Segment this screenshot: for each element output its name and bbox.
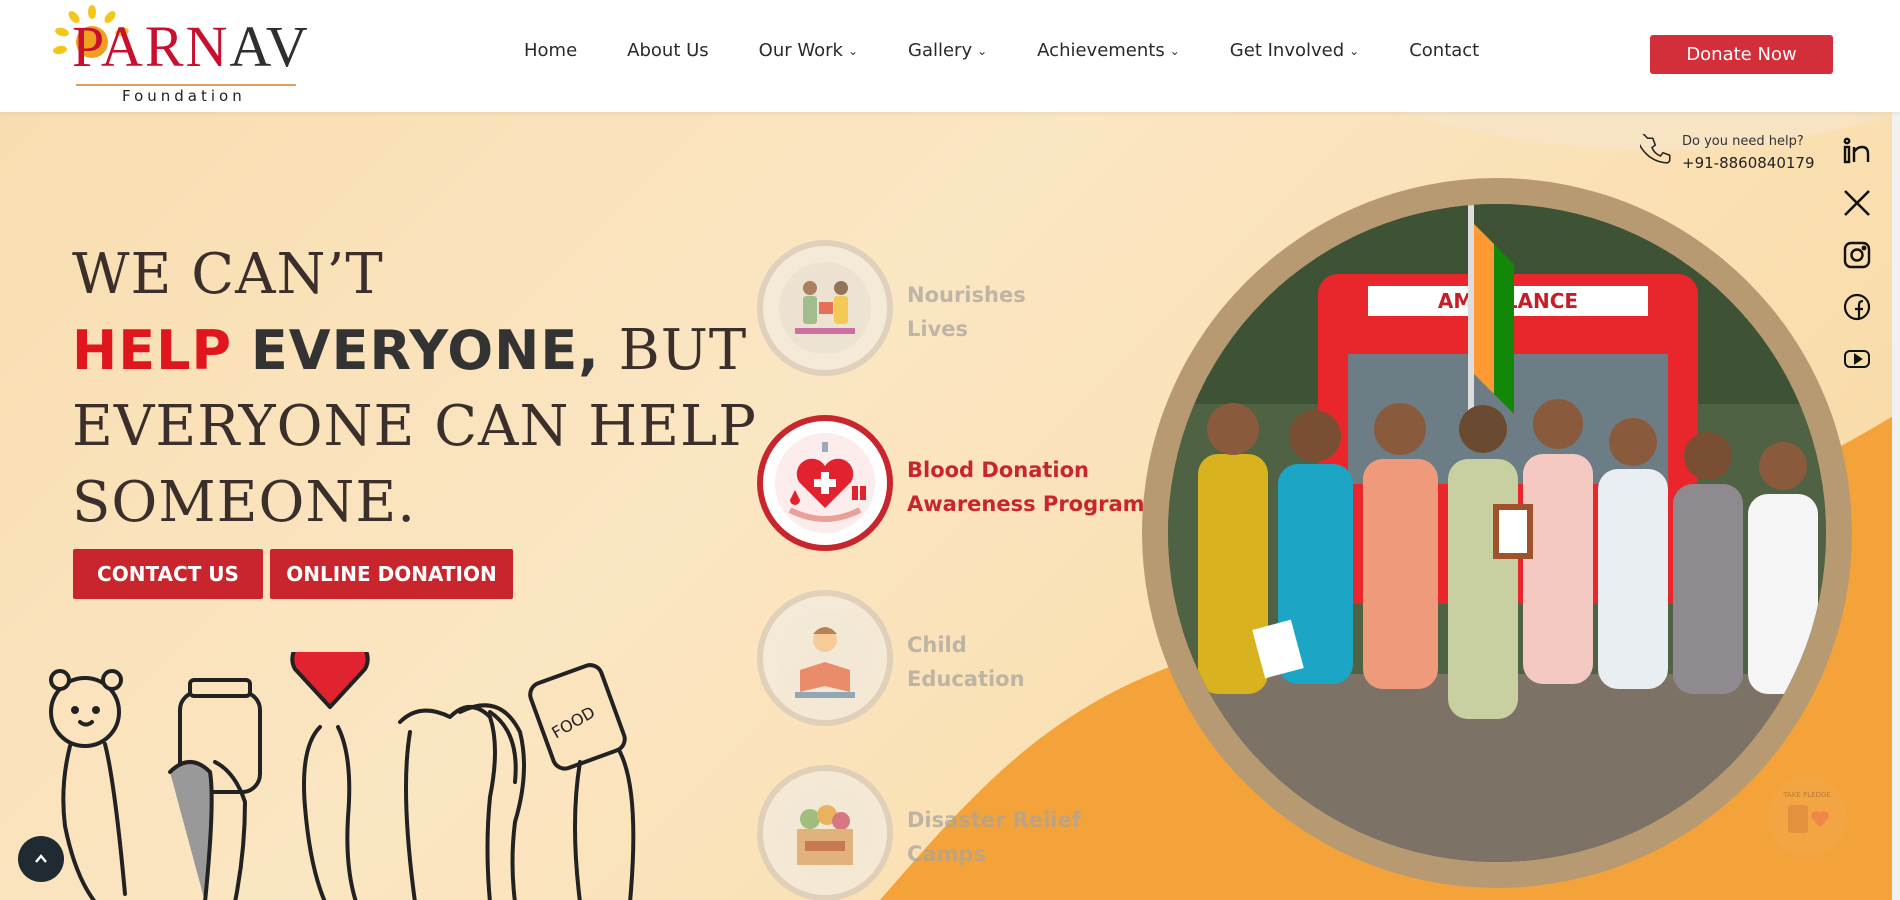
chevron-down-icon: ⌄	[1169, 43, 1180, 58]
program-label: Blood Donation Awareness Program	[907, 453, 1167, 521]
brand-wordmark: PARNAV	[72, 18, 310, 76]
brand-subtitle: Foundation	[122, 87, 246, 105]
program-title-line-1: Blood Donation	[907, 458, 1089, 482]
headline-line-2: HELP EVERYONE, BUT	[72, 313, 752, 389]
program-title-line-2: Lives	[907, 317, 969, 341]
chevron-down-icon: ⌄	[847, 43, 858, 58]
nav-get-involved-label: Get Involved	[1229, 40, 1345, 61]
help-contact[interactable]: Do you need help? +91-8860840179	[1640, 132, 1815, 174]
nav-our-work-label: Our Work	[758, 40, 843, 61]
facebook-icon[interactable]	[1840, 290, 1874, 324]
scroll-to-top-button[interactable]	[18, 836, 64, 882]
logo-underline	[76, 84, 296, 86]
brand-logo[interactable]: PARNAV Foundation	[52, 4, 322, 105]
page-scrollbar[interactable]	[1892, 0, 1900, 900]
headline-line-4: SOMEONE.	[72, 470, 417, 535]
nav-about-us[interactable]: About Us	[627, 40, 709, 61]
nav-contact-label: Contact	[1409, 40, 1480, 61]
food-sharing-icon	[757, 240, 893, 376]
child-reading-icon	[757, 590, 893, 726]
program-label: Disaster Relief Camps	[907, 803, 1167, 871]
donate-now-button[interactable]: Donate Now	[1650, 35, 1833, 74]
program-blood-donation[interactable]: Blood Donation Awareness Program	[757, 415, 1177, 555]
pledge-heart-icon	[1788, 805, 1829, 833]
x-icon[interactable]	[1840, 186, 1874, 220]
program-title-line-1: Child	[907, 633, 967, 657]
headline-help-word: HELP	[72, 319, 233, 382]
contact-us-button[interactable]: CONTACT US	[73, 549, 263, 599]
chevron-up-icon	[35, 854, 47, 863]
help-question: Do you need help?	[1682, 134, 1804, 149]
chevron-down-icon: ⌄	[1349, 43, 1360, 58]
chevron-down-icon: ⌄	[977, 43, 988, 58]
program-title-line-2: Education	[907, 667, 1025, 691]
brand-name-last: AV	[229, 14, 310, 79]
instagram-icon[interactable]	[1840, 238, 1874, 272]
nav-home[interactable]: Home	[524, 40, 577, 61]
nav-achievements-label: Achievements	[1037, 40, 1165, 61]
site-header: PARNAV Foundation Home About Us Our Work…	[0, 0, 1900, 112]
program-child-education[interactable]: Child Education	[757, 590, 1177, 730]
blood-heart-icon	[757, 415, 893, 551]
program-title-line-2: Camps	[907, 842, 986, 866]
brand-name-drop: N	[185, 14, 230, 79]
hero-headline: WE CAN’T HELP EVERYONE, BUT EVERYONE CAN…	[72, 237, 757, 541]
team-photo: AMBULANCE	[1168, 204, 1826, 862]
headline-but-word: BUT	[618, 318, 748, 383]
help-text: Do you need help? +91-8860840179	[1682, 132, 1815, 174]
program-title-line-2: Awareness Program	[907, 492, 1145, 516]
online-donation-button[interactable]: ONLINE DONATION	[270, 549, 513, 599]
headline-line-1: WE CAN’T	[72, 242, 384, 307]
main-nav: Home About Us Our Work ⌄ Gallery ⌄ Achieve…	[524, 40, 1529, 61]
help-phone-number[interactable]: +91-8860840179	[1682, 152, 1815, 174]
youtube-icon[interactable]	[1840, 342, 1874, 376]
badge-text: TAKE PLEDGE	[1783, 791, 1831, 799]
hero-section: WE CAN’T HELP EVERYONE, BUT EVERYONE CAN…	[0, 112, 1900, 900]
pledge-badge[interactable]: TAKE PLEDGE	[1767, 777, 1847, 857]
program-disaster-relief[interactable]: Disaster Relief Camps	[757, 765, 1177, 900]
phone-icon	[1640, 134, 1671, 164]
raised-hands-illustration: FOOD	[49, 652, 636, 900]
brand-name-first: PAR	[72, 14, 186, 79]
program-title-line-1: Nourishes	[907, 283, 1026, 307]
nav-about-label: About Us	[627, 40, 709, 61]
nav-gallery-label: Gallery	[908, 40, 973, 61]
headline-line-3: EVERYONE CAN HELP	[72, 394, 757, 459]
nav-gallery[interactable]: Gallery ⌄	[908, 40, 987, 61]
headline-everyone-word: EVERYONE,	[250, 319, 600, 382]
nav-get-involved[interactable]: Get Involved ⌄	[1230, 40, 1359, 61]
nav-contact[interactable]: Contact	[1409, 40, 1479, 61]
relief-box-icon	[757, 765, 893, 900]
program-label: Nourishes Lives	[907, 278, 1167, 346]
nav-home-label: Home	[524, 40, 578, 61]
program-label: Child Education	[907, 628, 1167, 696]
social-links	[1840, 134, 1874, 394]
linkedin-icon[interactable]	[1840, 134, 1874, 168]
program-title-line-1: Disaster Relief	[907, 808, 1081, 832]
nav-our-work[interactable]: Our Work ⌄	[759, 40, 858, 61]
program-nourishes-lives[interactable]: Nourishes Lives	[757, 240, 1177, 380]
nav-achievements[interactable]: Achievements ⌄	[1037, 40, 1180, 61]
